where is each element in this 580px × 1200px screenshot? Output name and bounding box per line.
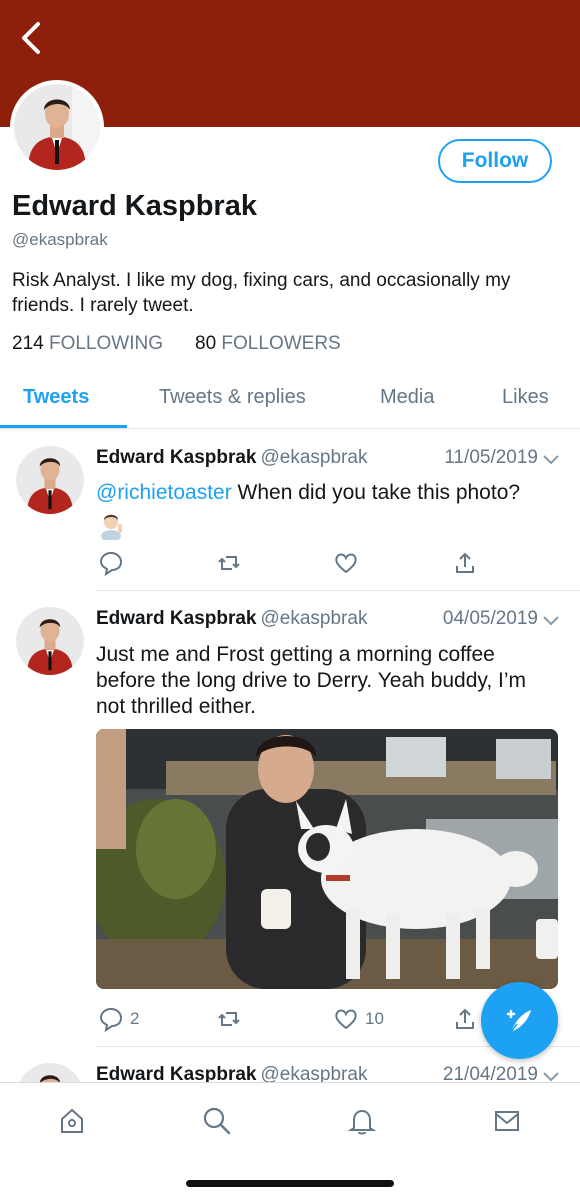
- heart-icon: [335, 553, 357, 574]
- share-icon: [456, 552, 474, 573]
- share-icon: [456, 1008, 474, 1029]
- tab-tweets[interactable]: Tweets: [23, 386, 89, 409]
- avatar-photo: [16, 446, 84, 514]
- avatar-photo: [16, 607, 84, 675]
- compose-tweet-icon: [506, 1009, 531, 1032]
- tweet-author-name[interactable]: Edward Kaspbrak: [96, 1064, 257, 1082]
- profile-handle: @ekaspbrak: [12, 230, 108, 249]
- tweet-image: [96, 729, 558, 989]
- followers-label: FOLLOWERS: [221, 333, 341, 354]
- back-button[interactable]: [10, 16, 50, 60]
- share-button[interactable]: [452, 548, 478, 578]
- tweet-actions: [96, 548, 496, 578]
- tweet-divider: [96, 590, 580, 591]
- tweet-feed[interactable]: Edward Kaspbrak @ekaspbrak 11/05/2019 @ri…: [0, 430, 580, 1082]
- back-arrow-icon: [22, 22, 40, 54]
- tweet-actions: 2 10: [96, 1004, 496, 1034]
- home-icon: [61, 1108, 83, 1133]
- avatar-photo: [16, 1063, 84, 1082]
- nav-notifications[interactable]: [342, 1101, 382, 1141]
- reply-icon: [99, 1007, 123, 1032]
- following-count: 214: [12, 333, 44, 354]
- like-button[interactable]: [333, 548, 365, 578]
- profile-display-name: Edward Kaspbrak: [12, 190, 257, 222]
- profile-bio: Risk Analyst. I like my dog, fixing cars…: [12, 270, 511, 316]
- heart-icon: [335, 1009, 357, 1030]
- tab-media[interactable]: Media: [380, 386, 434, 409]
- tweet-date: 11/05/2019: [444, 447, 538, 468]
- chevron-down-icon[interactable]: [542, 614, 560, 628]
- tweet-avatar[interactable]: [16, 1063, 84, 1082]
- nav-home[interactable]: [52, 1101, 92, 1141]
- retweet-button[interactable]: [216, 1004, 248, 1034]
- reply-button[interactable]: 2: [98, 1004, 139, 1034]
- share-button[interactable]: [452, 1004, 478, 1034]
- followers-stat[interactable]: 80 FOLLOWERS: [195, 333, 341, 355]
- tweet-author-name[interactable]: Edward Kaspbrak: [96, 608, 257, 629]
- profile-tabs: Tweets Tweets & replies Media Likes: [0, 376, 580, 429]
- followers-count: 80: [195, 333, 217, 354]
- tweet-author-name[interactable]: Edward Kaspbrak: [96, 447, 257, 468]
- retweet-icon: [218, 556, 240, 570]
- tweet-header: Edward Kaspbrak @ekaspbrak 11/05/2019: [96, 447, 560, 473]
- tweet-avatar[interactable]: [16, 446, 84, 514]
- chevron-down-icon[interactable]: [542, 1070, 560, 1082]
- man-raising-hand-emoji: [101, 514, 122, 540]
- messages-icon: [495, 1111, 519, 1131]
- home-indicator[interactable]: [186, 1180, 394, 1187]
- retweet-button[interactable]: [216, 548, 248, 578]
- tweet-mention-link[interactable]: @richietoaster: [96, 481, 232, 504]
- search-icon: [203, 1107, 231, 1135]
- profile-avatar[interactable]: [10, 80, 104, 174]
- like-button[interactable]: 10: [333, 1004, 384, 1034]
- tweet-date: 04/05/2019: [442, 608, 538, 629]
- tweet-author-handle: @ekaspbrak: [260, 608, 368, 629]
- chevron-down-icon[interactable]: [542, 453, 560, 467]
- notifications-icon: [347, 1109, 377, 1135]
- like-count: 10: [365, 1009, 384, 1028]
- tweet-header: Edward Kaspbrak @ekaspbrak 04/05/2019: [96, 608, 560, 634]
- tweet-text: @richietoaster When did you take this ph…: [96, 480, 560, 540]
- tweet-avatar[interactable]: [16, 607, 84, 675]
- nav-messages[interactable]: [487, 1101, 527, 1141]
- tweet-text-content: When did you take this photo?: [231, 481, 521, 504]
- active-tab-indicator: [0, 425, 127, 428]
- reply-button[interactable]: [98, 548, 130, 578]
- tweet-header: Edward Kaspbrak @ekaspbrak 21/04/2019: [96, 1064, 560, 1082]
- following-label: FOLLOWING: [48, 333, 163, 354]
- reply-icon: [99, 551, 123, 576]
- following-stat[interactable]: 214 FOLLOWING: [12, 333, 163, 355]
- nav-search[interactable]: [197, 1101, 237, 1141]
- tab-tweets-replies[interactable]: Tweets & replies: [159, 386, 306, 409]
- retweet-icon: [218, 1012, 240, 1026]
- tweet-author-handle: @ekaspbrak: [260, 447, 368, 468]
- tweet-text: Just me and Frost getting a morning coff…: [96, 643, 526, 718]
- avatar-photo: [14, 84, 100, 170]
- profile-stats: 214 FOLLOWING 80 FOLLOWERS: [12, 333, 341, 355]
- tweet-date: 21/04/2019: [442, 1064, 538, 1082]
- tweet-photo[interactable]: [96, 729, 558, 989]
- compose-tweet-button[interactable]: [481, 982, 558, 1059]
- tweet-author-handle: @ekaspbrak: [260, 1064, 368, 1082]
- tab-likes[interactable]: Likes: [502, 386, 549, 409]
- reply-count: 2: [130, 1009, 140, 1028]
- follow-button[interactable]: Follow: [438, 139, 552, 183]
